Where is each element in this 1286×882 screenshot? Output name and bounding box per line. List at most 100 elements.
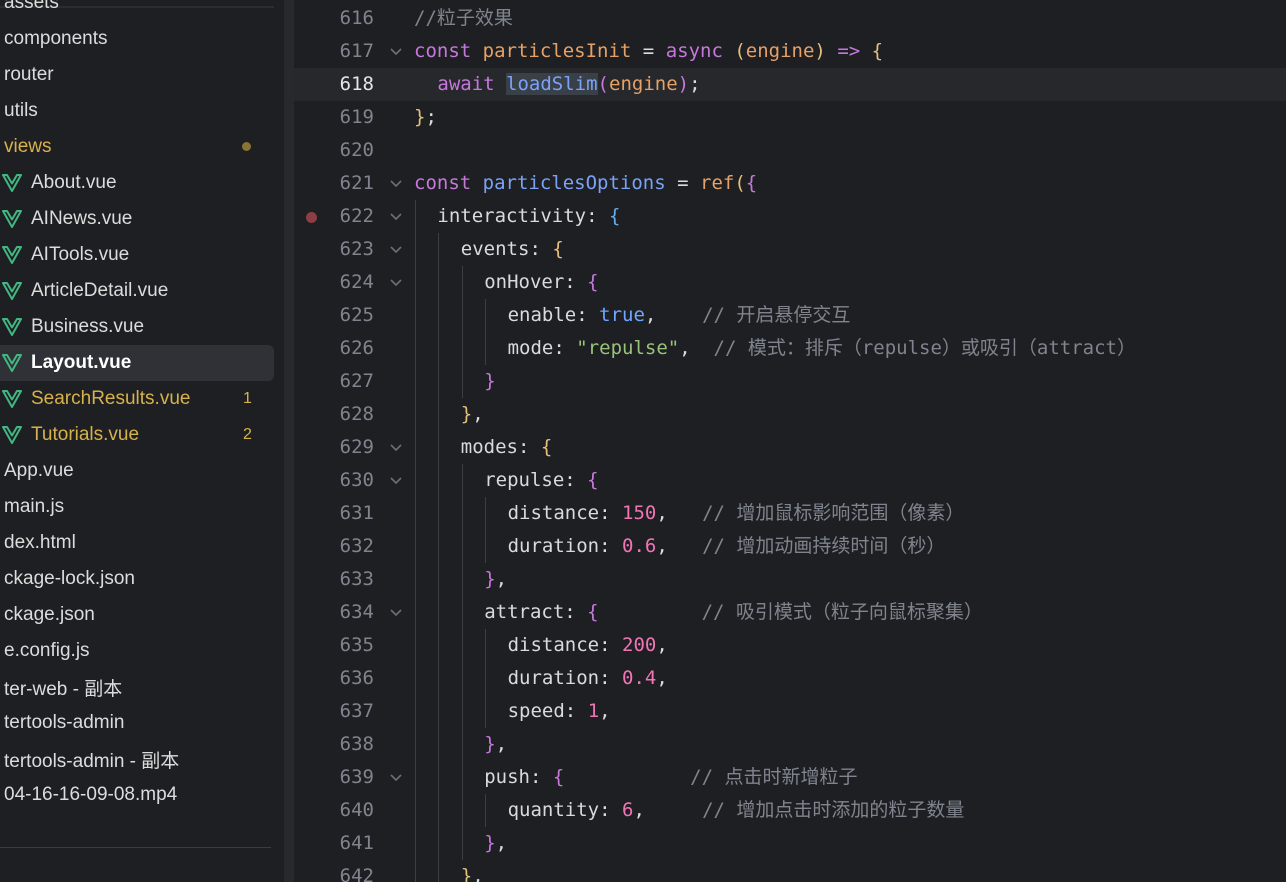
pane-divider[interactable]: [284, 0, 294, 882]
code-line[interactable]: 626 mode: "repulse", // 模式：排斥（repulse）或吸引…: [294, 332, 1286, 365]
chevron-down-icon[interactable]: [390, 179, 402, 189]
line-number: 633: [339, 568, 374, 590]
code-line[interactable]: 640 quantity: 6, // 增加点击时添加的粒子数量: [294, 794, 1286, 827]
code-line[interactable]: 631 distance: 150, // 增加鼠标影响范围（像素）: [294, 497, 1286, 530]
tree-item-router[interactable]: router: [0, 57, 274, 93]
code-token: :: [564, 601, 588, 623]
chevron-down-icon[interactable]: [390, 47, 402, 57]
tree-item-dex-html[interactable]: dex.html: [0, 525, 274, 561]
tree-item-label: assets: [4, 0, 59, 13]
code-line[interactable]: 634 attract: { // 吸引模式（粒子向鼠标聚集）: [294, 596, 1286, 629]
tree-item-layout-vue[interactable]: Layout.vue: [0, 345, 274, 381]
code-token: ref: [700, 172, 735, 194]
chevron-down-icon[interactable]: [390, 608, 402, 618]
code-line[interactable]: 639 push: { // 点击时新增粒子: [294, 761, 1286, 794]
code-token: ,: [472, 865, 484, 882]
code-token: repulse: [484, 469, 565, 491]
vue-logo-icon: [2, 174, 22, 192]
code-content: onHover: {: [484, 266, 598, 299]
code-line[interactable]: 641},: [294, 827, 1286, 860]
tree-item-label: tertools-admin: [4, 712, 125, 733]
code-line[interactable]: 637 speed: 1,: [294, 695, 1286, 728]
code-token: :: [553, 337, 577, 359]
tree-item-label: router: [4, 64, 54, 85]
tree-item-main-js[interactable]: main.js: [0, 489, 274, 525]
code-line[interactable]: 625 enable: true, // 开启悬停交互: [294, 299, 1286, 332]
tree-item-label: About.vue: [31, 172, 117, 193]
tree-item-e-config-js[interactable]: e.config.js: [0, 633, 274, 669]
tree-item-ckage-json[interactable]: ckage.json: [0, 597, 274, 633]
tree-item-app-vue[interactable]: App.vue: [0, 453, 274, 489]
code-comment: // 增加点击时添加的粒子数量: [702, 799, 965, 821]
tree-item-articledetail-vue[interactable]: ArticleDetail.vue: [0, 273, 274, 309]
code-token: :: [599, 634, 622, 656]
tree-item-aitools-vue[interactable]: AITools.vue: [0, 237, 274, 273]
code-token: async: [665, 40, 735, 62]
tree-item-views[interactable]: views: [0, 129, 274, 165]
line-number: 622: [339, 205, 374, 227]
tree-item-about-vue[interactable]: About.vue: [0, 165, 274, 201]
code-line[interactable]: 621 const particlesOptions = ref({: [294, 167, 1286, 200]
code-token: duration: [507, 667, 600, 689]
tree-item-label: ckage-lock.json: [4, 568, 135, 589]
tree-item-searchresults-vue[interactable]: SearchResults.vue 1: [0, 381, 274, 417]
code-editor[interactable]: 616 //粒子效果 617 const particlesInit = async …: [294, 0, 1286, 882]
code-line[interactable]: 636 duration: 0.4,: [294, 662, 1286, 695]
code-line[interactable]: 632 duration: 0.6, // 增加动画持续时间（秒）: [294, 530, 1286, 563]
chevron-down-icon[interactable]: [390, 443, 402, 453]
code-line[interactable]: 638},: [294, 728, 1286, 761]
file-explorer: assets components router utils views About.vu…: [0, 0, 284, 882]
tree-item-label: 04-16-16-09-08.mp4: [4, 784, 178, 805]
line-number: 619: [339, 106, 374, 128]
code-line[interactable]: 616 //粒子效果: [294, 2, 1286, 35]
code-comment: // 吸引模式（粒子向鼠标聚集）: [701, 601, 983, 623]
code-line[interactable]: 622 interactivity: {: [294, 200, 1286, 233]
code-content: },: [461, 860, 484, 882]
code-token: {: [552, 238, 564, 260]
code-token: const: [414, 172, 483, 194]
code-line[interactable]: 628},: [294, 398, 1286, 431]
code-token: 0.6: [622, 535, 657, 557]
chevron-down-icon[interactable]: [390, 476, 402, 486]
code-line[interactable]: 624 onHover: {: [294, 266, 1286, 299]
tree-item-business-vue[interactable]: Business.vue: [0, 309, 274, 345]
code-line[interactable]: 620: [294, 134, 1286, 167]
tree-item-ainews-vue[interactable]: AINews.vue: [0, 201, 274, 237]
tree-item-ter-web[interactable]: ter-web - 副本: [0, 669, 274, 705]
code-line[interactable]: 618 await loadSlim(engine);: [294, 68, 1286, 101]
code-line[interactable]: 635 distance: 200,: [294, 629, 1286, 662]
tree-item-components[interactable]: components: [0, 21, 274, 57]
code-line[interactable]: 619};: [294, 101, 1286, 134]
line-number: 636: [339, 667, 374, 689]
tree-item-tutorials-vue[interactable]: Tutorials.vue 2: [0, 417, 274, 453]
chevron-down-icon[interactable]: [390, 212, 402, 222]
code-line[interactable]: 630 repulse: {: [294, 464, 1286, 497]
code-line[interactable]: 623 events: {: [294, 233, 1286, 266]
tree-item-utils[interactable]: utils: [0, 93, 274, 129]
code-line[interactable]: 642},: [294, 860, 1286, 882]
code-content: duration: 0.6, // 增加动画持续时间（秒）: [508, 530, 946, 563]
tree-item-tertools-admin[interactable]: tertools-admin: [0, 705, 274, 741]
code-token: onHover: [484, 271, 565, 293]
code-token: speed: [507, 700, 565, 722]
tree-item-assets[interactable]: assets: [0, 0, 274, 21]
vue-logo-icon: [2, 210, 22, 228]
code-token: ,: [644, 304, 703, 326]
code-line[interactable]: 627}: [294, 365, 1286, 398]
code-token: ,: [656, 502, 703, 524]
line-number: 620: [339, 139, 374, 161]
chevron-down-icon[interactable]: [390, 278, 402, 288]
code-token: {: [609, 205, 621, 227]
code-token: }: [484, 370, 496, 392]
code-line[interactable]: 633},: [294, 563, 1286, 596]
chevron-down-icon[interactable]: [390, 245, 402, 255]
chevron-down-icon[interactable]: [390, 773, 402, 783]
code-line[interactable]: 617 const particlesInit = async (engine) …: [294, 35, 1286, 68]
tree-item-04-16-16-09-08-mp4[interactable]: 04-16-16-09-08.mp4: [0, 777, 274, 813]
code-line[interactable]: 629 modes: {: [294, 431, 1286, 464]
code-content: quantity: 6, // 增加点击时添加的粒子数量: [508, 794, 965, 827]
tree-item-ckage-lock-json[interactable]: ckage-lock.json: [0, 561, 274, 597]
tree-item-tertools-admin[interactable]: tertools-admin - 副本: [0, 741, 274, 777]
code-token: }: [460, 403, 473, 425]
